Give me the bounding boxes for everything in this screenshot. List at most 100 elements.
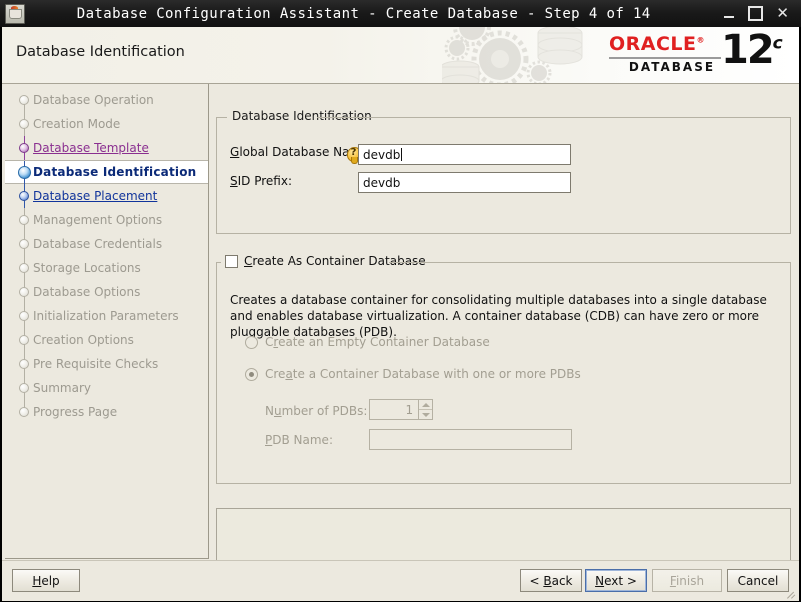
page-title: Database Identification [16,44,185,60]
application-window: Database Configuration Assistant - Creat… [0,0,801,602]
step-label: Progress Page [27,405,117,419]
sid-prefix-input[interactable]: devdb [358,172,571,193]
create-as-container-database-label: Create As Container Database [244,254,426,268]
resize-grip-icon[interactable] [784,587,797,600]
window-content: Database Identification [2,27,799,600]
oracle-product-text: DATABASE [623,60,721,74]
create-empty-container-radio [245,336,258,349]
step-label: Database Options [27,285,140,299]
create-container-with-pdbs-label: Create a Container Database with one or … [265,367,581,381]
step-bullet-icon [19,239,29,249]
help-button-label: Help [32,574,59,588]
step-bullet-icon [19,311,29,321]
step-bullet-icon [19,119,29,129]
sid-prefix-value: devdb [363,176,400,190]
step-label: Pre Requisite Checks [27,357,158,371]
step-bullet-icon [19,215,29,225]
steps-list: Database Operation Creation Mode Databas… [5,88,208,424]
text-caret [401,148,402,161]
sidebar-item-database-identification[interactable]: Database Identification [5,160,208,184]
oracle-version-text: 12c [721,27,781,73]
stepper-up-icon [419,400,432,410]
create-as-container-database-checkbox[interactable] [225,255,238,268]
sidebar-item-database-template[interactable]: Database Template [5,136,208,160]
back-button[interactable]: < Back [520,569,582,592]
container-database-description: Creates a database container for consoli… [230,292,782,340]
create-empty-container-label: Create an Empty Container Database [265,335,490,349]
oracle-brand-text: ORACLE® [609,33,721,55]
sidebar-item-storage-locations: Storage Locations [5,256,208,280]
step-label: Management Options [27,213,162,227]
step-label: Database Operation [27,93,154,107]
sidebar-item-database-credentials: Database Credentials [5,232,208,256]
logo-divider [609,57,721,59]
finish-button-label: Finish [670,574,704,588]
number-of-pdbs-label-wrap: Number of PDBs: [265,404,367,418]
radio-container-with-pdbs-row: Create a Container Database with one or … [245,367,581,381]
next-button[interactable]: Next > [585,569,647,592]
step-bullet-icon [19,383,29,393]
container-db-checkbox-row[interactable]: Create As Container Database [223,254,431,268]
database-identification-group: Database Identification Global Database … [216,117,791,234]
cancel-button[interactable]: Cancel [727,569,789,592]
gears-decoration-icon [442,27,607,83]
step-bullet-icon [19,335,29,345]
step-bullet-icon [19,95,29,105]
window-controls: ✕ [724,6,789,21]
java-app-icon [5,4,25,24]
step-bullet-icon [19,287,29,297]
window-title: Database Configuration Assistant - Creat… [3,6,724,22]
sidebar-item-creation-options: Creation Options [5,328,208,352]
number-of-pdbs-label: Number of PDBs: [265,404,367,418]
sidebar-item-creation-mode: Creation Mode [5,112,208,136]
step-label: Creation Mode [27,117,120,131]
version-suffix: c [773,34,781,54]
maximize-icon[interactable] [748,6,763,21]
number-of-pdbs-value: 1 [370,400,418,419]
pdb-name-input [369,429,572,450]
stepper-arrows [418,400,432,419]
step-bullet-icon [19,359,29,369]
steps-sidebar: Database Operation Creation Mode Databas… [5,84,209,559]
step-label: Creation Options [27,333,134,347]
global-db-name-value: devdb [363,148,400,162]
sidebar-item-summary: Summary [5,376,208,400]
cancel-button-label: Cancel [738,574,779,588]
sidebar-item-database-options: Database Options [5,280,208,304]
minimize-icon[interactable] [724,7,735,20]
oracle-logo: ORACLE® DATABASE 12c [609,31,787,79]
pdb-name-label: PDB Name: [265,433,333,447]
step-bullet-icon [19,407,29,417]
sidebar-item-pre-requisite-checks: Pre Requisite Checks [5,352,208,376]
number-of-pdbs-stepper: 1 [369,399,433,420]
step-bullet-icon [18,166,31,179]
group-title: Database Identification [227,109,377,123]
title-bar: Database Configuration Assistant - Creat… [0,0,801,27]
sidebar-item-management-options: Management Options [5,208,208,232]
global-db-name-input[interactable]: devdb [358,144,571,165]
sidebar-item-database-operation: Database Operation [5,88,208,112]
step-label: Storage Locations [27,261,141,275]
button-bar: Help < Back Next > Finish Cancel [2,560,799,601]
finish-button: Finish [652,569,722,592]
sidebar-item-database-placement[interactable]: Database Placement [5,184,208,208]
sid-prefix-row: SID Prefix: [230,174,292,188]
sidebar-item-progress-page: Progress Page [5,400,208,424]
step-bullet-icon [19,263,29,273]
step-label: Database Template [27,141,149,155]
close-icon[interactable]: ✕ [776,7,789,20]
step-bullet-icon [19,191,29,201]
step-label: Database Identification [27,165,196,179]
step-label: Database Placement [27,189,157,203]
step-bullet-icon [19,143,29,153]
main-panel: Database Identification Global Database … [208,84,799,558]
container-database-group: Create As Container Database Creates a d… [216,262,791,484]
page-banner: Database Identification [2,27,799,84]
back-button-label: < Back [529,574,572,588]
step-label: Summary [27,381,91,395]
step-label: Database Credentials [27,237,162,251]
create-container-with-pdbs-radio [245,368,258,381]
next-button-label: Next > [595,574,637,588]
help-button[interactable]: Help [12,569,80,592]
registered-mark: ® [697,36,706,45]
